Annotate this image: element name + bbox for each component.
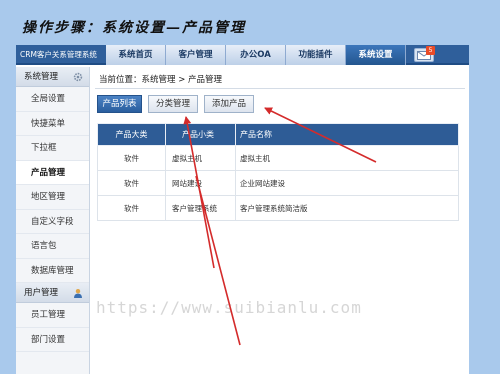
sidebar-item-language-pack[interactable]: 语言包	[16, 234, 89, 259]
sidebar-item-region-management[interactable]: 地区管理	[16, 185, 89, 210]
nav-tab-customers[interactable]: 客户管理	[166, 45, 226, 65]
watermark-text: https://www.suibianlu.com	[96, 298, 362, 317]
table-cell: 虚拟主机	[165, 145, 236, 171]
table-cell: 软件	[97, 145, 166, 171]
nav-tab-system-settings[interactable]: 系统设置	[346, 45, 406, 65]
nav-tab-home[interactable]: 系统首页	[106, 45, 166, 65]
table-row[interactable]: 软件 客户管理系统 客户管理系统简洁版	[97, 195, 459, 221]
sidebar-item-custom-fields[interactable]: 自定义字段	[16, 210, 89, 234]
sidebar-item-product-management[interactable]: 产品管理	[16, 160, 89, 185]
product-table: 产品大类 产品小类 产品名称 软件 虚拟主机 虚拟主机 软件 网站建设 企业网站…	[97, 123, 459, 221]
user-icon	[74, 289, 82, 298]
table-cell: 网站建设	[165, 170, 236, 196]
crm-window: CRM客户关系管理系统 系统首页 客户管理 办公OA 功能插件 系统设置 5 系…	[16, 45, 469, 374]
table-row[interactable]: 软件 网站建设 企业网站建设	[97, 170, 459, 196]
sidebar-item-staff-management[interactable]: 员工管理	[16, 303, 89, 328]
table-cell: 客户管理系统	[165, 195, 236, 221]
table-cell: 软件	[97, 195, 166, 221]
sidebar-group-label: 系统管理	[24, 72, 59, 82]
column-header-category: 产品大类	[97, 123, 166, 146]
sidebar-group-label: 用户管理	[24, 288, 59, 298]
table-cell: 软件	[97, 170, 166, 196]
sidebar-item-global-settings[interactable]: 全局设置	[16, 87, 89, 112]
mail-button[interactable]: 5	[414, 46, 435, 62]
category-management-button[interactable]: 分类管理	[148, 95, 198, 113]
product-list-button[interactable]: 产品列表	[97, 95, 142, 113]
table-cell: 企业网站建设	[235, 170, 459, 196]
sidebar-item-dropdown[interactable]: 下拉框	[16, 136, 89, 161]
sidebar-item-database-management[interactable]: 数据库管理	[16, 259, 89, 283]
sidebar-group-system[interactable]: 系统管理	[16, 67, 89, 87]
column-header-product-name: 产品名称	[235, 123, 459, 146]
column-header-subcategory: 产品小类	[165, 123, 236, 146]
table-cell: 虚拟主机	[235, 145, 459, 171]
breadcrumb: 当前位置：系统管理 > 产品管理	[99, 75, 223, 85]
sidebar: 系统管理 全局设置 快捷菜单 下拉框 产品管理 地区管理 自定义字段 语言包 数…	[16, 67, 90, 374]
mail-count-badge: 5	[426, 46, 435, 55]
page-heading: 操作步骤：系统设置—产品管理	[22, 20, 246, 36]
add-product-button[interactable]: 添加产品	[204, 95, 254, 113]
main-content: 当前位置：系统管理 > 产品管理 产品列表 分类管理 添加产品 产品大类 产品小…	[91, 67, 469, 374]
table-cell: 客户管理系统简洁版	[235, 195, 459, 221]
main-nav: 系统首页 客户管理 办公OA 功能插件 系统设置	[106, 45, 406, 65]
table-header-row: 产品大类 产品小类 产品名称	[97, 123, 459, 146]
sidebar-item-department-settings[interactable]: 部门设置	[16, 328, 89, 352]
nav-tab-plugins[interactable]: 功能插件	[286, 45, 346, 65]
app-brand: CRM客户关系管理系统	[20, 50, 97, 59]
sidebar-group-users[interactable]: 用户管理	[16, 283, 89, 303]
nav-tab-office-oa[interactable]: 办公OA	[226, 45, 286, 65]
top-navigation-bar: CRM客户关系管理系统 系统首页 客户管理 办公OA 功能插件 系统设置 5	[16, 45, 469, 65]
table-row[interactable]: 软件 虚拟主机 虚拟主机	[97, 145, 459, 171]
breadcrumb-divider	[95, 88, 465, 89]
sidebar-item-shortcut-menu[interactable]: 快捷菜单	[16, 112, 89, 136]
gear-icon	[73, 72, 83, 82]
